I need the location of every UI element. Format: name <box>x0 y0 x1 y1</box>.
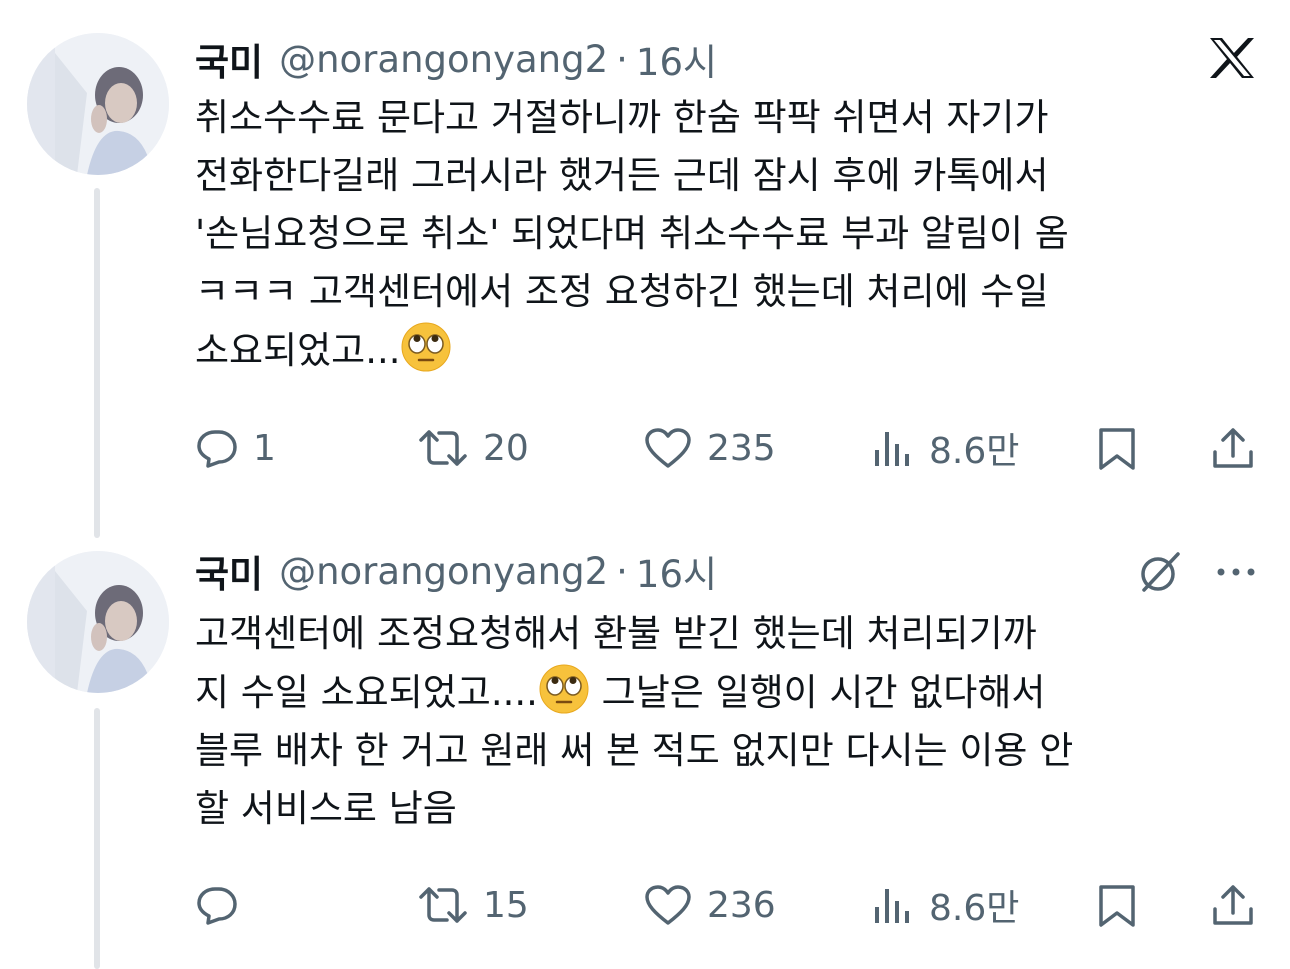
author-handle[interactable]: @norangonyang2 <box>279 38 608 81</box>
separator-dot: · <box>616 549 628 593</box>
tweet-text: 고객센터에 조정요청해서 환불 받긴 했는데 처리되기까 지 수일 소요되었고.… <box>195 605 1255 838</box>
thread-connector-line <box>94 708 100 969</box>
tweet-header: 국미 @norangonyang2 · 16시 <box>195 32 717 86</box>
share-button[interactable] <box>1211 877 1255 933</box>
heart-icon <box>645 428 691 468</box>
x-logo-icon[interactable] <box>1208 36 1256 80</box>
repost-icon <box>419 887 467 923</box>
author-name[interactable]: 국미 <box>195 544 263 598</box>
like-button[interactable]: 235 <box>643 420 776 476</box>
bookmark-icon <box>1099 885 1135 927</box>
avatar-image <box>27 33 169 175</box>
share-button[interactable] <box>1211 420 1255 476</box>
bookmark-button[interactable] <box>1095 877 1139 933</box>
author-handle[interactable]: @norangonyang2 <box>279 550 608 593</box>
repost-count: 15 <box>483 884 529 926</box>
like-count: 236 <box>707 884 776 926</box>
reply-count: 1 <box>253 427 276 469</box>
reply-button[interactable] <box>195 877 253 933</box>
tweet-actions: 15 236 8.6만 <box>195 877 1265 933</box>
tweet-actions: 1 20 235 8.6만 <box>195 420 1265 476</box>
bookmark-icon <box>1099 428 1135 470</box>
timestamp[interactable]: 16시 <box>636 32 717 86</box>
repost-count: 20 <box>483 427 529 469</box>
view-count: 8.6만 <box>929 888 1020 929</box>
reply-button[interactable]: 1 <box>195 420 276 476</box>
tweet-header: 국미 @norangonyang2 · 16시 <box>195 544 717 598</box>
face-with-rolling-eyes-emoji <box>539 664 589 714</box>
bookmark-button[interactable] <box>1095 420 1139 476</box>
share-icon <box>1213 885 1253 925</box>
avatar[interactable] <box>27 33 169 175</box>
more-horizontal-icon[interactable] <box>1214 560 1258 584</box>
like-button[interactable]: 236 <box>643 877 776 933</box>
analytics-icon <box>875 889 909 923</box>
timestamp[interactable]: 16시 <box>636 544 717 598</box>
author-name[interactable]: 국미 <box>195 32 263 86</box>
grok-icon[interactable] <box>1136 550 1184 594</box>
repost-icon <box>419 430 467 466</box>
tweet-text-part: 취소수수료 문다고 거절하니까 한숨 팍팍 쉬면서 자기가 전화한다길래 그러시… <box>195 96 1069 372</box>
views-button[interactable]: 8.6만 <box>871 877 1019 933</box>
views-button[interactable]: 8.6만 <box>871 420 1019 476</box>
reply-icon <box>197 887 237 925</box>
face-with-rolling-eyes-emoji <box>401 322 451 372</box>
avatar[interactable] <box>27 551 169 693</box>
repost-button[interactable]: 20 <box>417 420 529 476</box>
repost-button[interactable]: 15 <box>417 877 529 933</box>
share-icon <box>1213 428 1253 468</box>
view-count: 8.6만 <box>929 431 1020 472</box>
analytics-icon <box>875 432 909 466</box>
separator-dot: · <box>616 37 628 81</box>
tweet-text: 취소수수료 문다고 거절하니까 한숨 팍팍 쉬면서 자기가 전화한다길래 그러시… <box>195 89 1255 380</box>
thread-connector-line <box>94 188 100 538</box>
reply-icon <box>197 430 237 468</box>
avatar-image <box>27 551 169 693</box>
like-count: 235 <box>707 427 776 469</box>
heart-icon <box>645 885 691 925</box>
